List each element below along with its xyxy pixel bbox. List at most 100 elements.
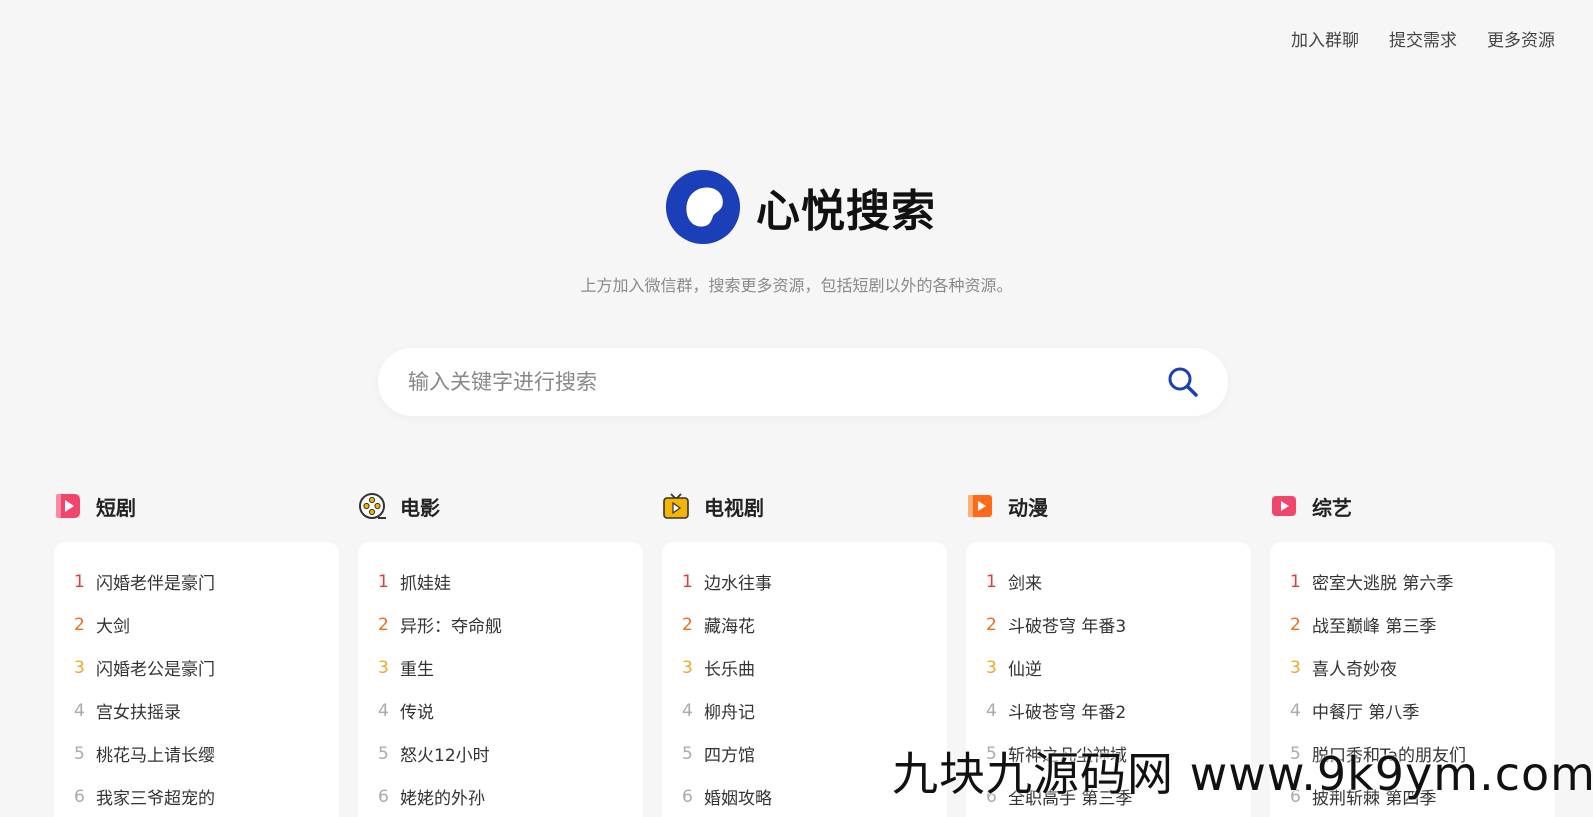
search-bar <box>378 348 1228 416</box>
rank-number: 1 <box>1290 571 1301 592</box>
item-title: 宫女扶摇录 <box>96 703 181 723</box>
list-item[interactable]: 2 异形：夺命舰 <box>378 603 643 646</box>
list-item[interactable]: 2 斗破苍穹 年番3 <box>986 603 1251 646</box>
rank-number: 3 <box>682 657 693 678</box>
list-item[interactable]: 3 闪婚老公是豪门 <box>74 646 339 689</box>
brand-name: 心悦搜索 <box>756 186 936 237</box>
rank-number: 2 <box>986 614 997 635</box>
item-title: 长乐曲 <box>704 660 755 680</box>
item-title: 闪婚老伴是豪门 <box>96 574 215 594</box>
rank-number: 6 <box>378 786 389 807</box>
list-item[interactable]: 5 桃花马上请长缨 <box>74 732 339 775</box>
item-title: 密室大逃脱 第六季 <box>1312 574 1454 594</box>
rank-number: 3 <box>74 657 85 678</box>
variety-icon <box>1272 496 1296 516</box>
rank-number: 5 <box>378 743 389 764</box>
item-title: 抓娃娃 <box>400 574 451 594</box>
film-reel-icon <box>359 493 386 519</box>
list-item[interactable]: 5 怒火12小时 <box>378 732 643 775</box>
list-item[interactable]: 3 喜人奇妙夜 <box>1290 646 1555 689</box>
list-item[interactable]: 2 藏海花 <box>682 603 947 646</box>
anime-icon <box>968 495 992 517</box>
item-title: 四方馆 <box>704 746 755 766</box>
nav-join-group-link[interactable]: 加入群聊 <box>1291 26 1359 51</box>
item-title: 姥姥的外孙 <box>400 789 485 809</box>
list-item[interactable]: 4 斗破苍穹 年番2 <box>986 689 1251 732</box>
list-item[interactable]: 3 重生 <box>378 646 643 689</box>
rank-number: 1 <box>986 571 997 592</box>
item-title: 婚姻攻略 <box>704 789 772 809</box>
category-movie: 电影 1 抓娃娃 2 异形：夺命舰 3 重生 4 传说 5 怒火12小时 6 姥姥的外孙 <box>358 490 643 817</box>
rank-number: 2 <box>682 614 693 635</box>
item-title: 斗破苍穹 年番3 <box>1008 617 1127 637</box>
rank-number: 1 <box>682 571 693 592</box>
tv-icon <box>663 493 689 519</box>
item-title: 边水往事 <box>704 574 772 594</box>
brand-logo-icon <box>665 169 741 245</box>
search-icon[interactable] <box>1166 365 1200 399</box>
category-header[interactable]: 综艺 <box>1270 490 1555 522</box>
rank-number: 1 <box>74 571 85 592</box>
rank-number: 3 <box>986 657 997 678</box>
ranking-card: 1 抓娃娃 2 异形：夺命舰 3 重生 4 传说 5 怒火12小时 6 姥姥的外孙 <box>358 542 643 817</box>
item-title: 闪婚老公是豪门 <box>96 660 215 680</box>
item-title: 战至巅峰 第三季 <box>1312 617 1437 637</box>
category-title: 电视剧 <box>704 495 764 520</box>
list-item[interactable]: 1 抓娃娃 <box>378 560 643 603</box>
category-title: 综艺 <box>1312 495 1352 520</box>
nav-submit-request-link[interactable]: 提交需求 <box>1389 26 1457 51</box>
category-title: 短剧 <box>96 495 136 520</box>
item-title: 斗破苍穹 年番2 <box>1008 703 1127 723</box>
list-item[interactable]: 6 我家三爷超宠的 <box>74 775 339 817</box>
category-short-drama: 短剧 1 闪婚老伴是豪门 2 大剑 3 闪婚老公是豪门 4 宫女扶摇录 5 桃花马上请长缨… <box>54 490 339 817</box>
item-title: 怒火12小时 <box>400 746 490 766</box>
item-title: 剑来 <box>1008 574 1042 594</box>
rank-number: 3 <box>378 657 389 678</box>
list-item[interactable]: 2 大剑 <box>74 603 339 646</box>
item-title: 桃花马上请长缨 <box>96 746 215 766</box>
top-nav: 加入群聊 提交需求 更多资源 <box>1291 26 1555 51</box>
item-title: 藏海花 <box>704 617 755 637</box>
list-item[interactable]: 3 仙逆 <box>986 646 1251 689</box>
rank-number: 1 <box>378 571 389 592</box>
category-header[interactable]: 短剧 <box>54 490 339 522</box>
rank-number: 4 <box>986 700 997 721</box>
item-title: 重生 <box>400 660 434 680</box>
rank-number: 4 <box>1290 700 1301 721</box>
rank-number: 6 <box>74 786 85 807</box>
list-item[interactable]: 4 传说 <box>378 689 643 732</box>
list-item[interactable]: 3 长乐曲 <box>682 646 947 689</box>
list-item[interactable]: 4 中餐厅 第八季 <box>1290 689 1555 732</box>
brand-logo: 心悦搜索 <box>664 168 936 246</box>
short-drama-icon <box>56 494 80 518</box>
rank-number: 6 <box>682 786 693 807</box>
category-header[interactable]: 动漫 <box>966 490 1251 522</box>
watermark-text: 九块九源码网 www.9k9ym.com <box>892 747 1593 801</box>
list-item[interactable]: 2 战至巅峰 第三季 <box>1290 603 1555 646</box>
page-subtitle: 上方加入微信群，搜索更多资源，包括短剧以外的各种资源。 <box>580 276 1013 295</box>
rank-number: 2 <box>378 614 389 635</box>
item-title: 中餐厅 第八季 <box>1312 703 1420 723</box>
item-title: 柳舟记 <box>704 703 755 723</box>
item-title: 喜人奇妙夜 <box>1312 660 1397 680</box>
list-item[interactable]: 1 剑来 <box>986 560 1251 603</box>
list-item[interactable]: 1 闪婚老伴是豪门 <box>74 560 339 603</box>
rank-number: 4 <box>378 700 389 721</box>
category-header[interactable]: 电影 <box>358 490 643 522</box>
category-title: 动漫 <box>1008 495 1048 520</box>
rank-number: 4 <box>74 700 85 721</box>
list-item[interactable]: 1 边水往事 <box>682 560 947 603</box>
rank-number: 4 <box>682 700 693 721</box>
list-item[interactable]: 4 宫女扶摇录 <box>74 689 339 732</box>
rank-number: 3 <box>1290 657 1301 678</box>
item-title: 异形：夺命舰 <box>400 617 502 637</box>
list-item[interactable]: 6 姥姥的外孙 <box>378 775 643 817</box>
ranking-card: 1 闪婚老伴是豪门 2 大剑 3 闪婚老公是豪门 4 宫女扶摇录 5 桃花马上请长缨 6我… <box>54 542 339 817</box>
category-header[interactable]: 电视剧 <box>662 490 947 522</box>
list-item[interactable]: 4 柳舟记 <box>682 689 947 732</box>
search-input[interactable] <box>408 370 1166 394</box>
list-item[interactable]: 1 密室大逃脱 第六季 <box>1290 560 1555 603</box>
rank-number: 2 <box>74 614 85 635</box>
nav-more-resources-link[interactable]: 更多资源 <box>1487 26 1555 51</box>
rank-number: 5 <box>74 743 85 764</box>
